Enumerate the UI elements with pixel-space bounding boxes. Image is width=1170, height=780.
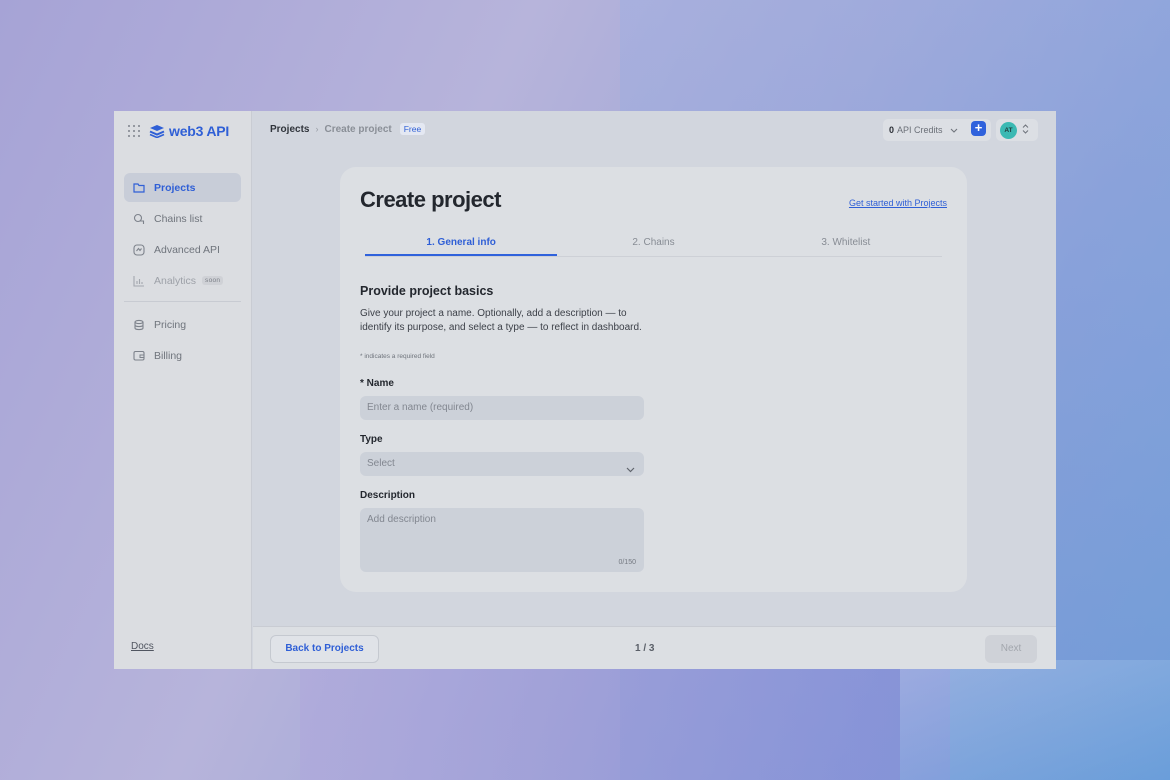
sidebar-item-advanced-api[interactable]: Advanced API <box>124 235 241 264</box>
sidebar-item-label: Billing <box>154 349 183 362</box>
stepper: 1. General info 2. Chains 3. Whitelist <box>365 233 942 257</box>
analytics-icon <box>133 275 145 287</box>
type-label: Type <box>360 434 383 445</box>
footer-bar: Back to Projects 1 / 3 Next <box>253 626 1056 669</box>
account-menu[interactable]: AT <box>996 119 1038 141</box>
name-label: * Name <box>360 378 394 389</box>
api-icon <box>133 243 145 256</box>
sidebar-item-pricing[interactable]: Pricing <box>124 310 241 339</box>
chevron-right-icon: › <box>315 124 319 134</box>
step-general-info[interactable]: 1. General info <box>365 233 558 256</box>
type-select[interactable]: Select <box>360 452 644 476</box>
next-button[interactable]: Next <box>985 635 1037 663</box>
logo-row: web3 API <box>128 123 229 139</box>
character-counter: 0/150 <box>618 559 636 566</box>
background-panel <box>900 660 1170 780</box>
app-grid-icon[interactable] <box>128 125 140 137</box>
soon-badge: soon <box>202 276 224 285</box>
credits-value: 0 <box>889 125 895 135</box>
chevron-up-down-icon <box>1022 123 1029 136</box>
sidebar-item-label: Projects <box>154 181 196 194</box>
description-label: Description <box>360 490 416 501</box>
sidebar-item-label: Analytics <box>154 274 197 287</box>
sidebar-nav: Projects Chains list Advanced API Analyt… <box>124 173 241 372</box>
wallet-icon <box>133 350 145 362</box>
breadcrumb-projects[interactable]: Projects <box>270 124 309 135</box>
section-title: Provide project basics <box>360 284 494 298</box>
back-to-projects-button[interactable]: Back to Projects <box>270 635 379 663</box>
nav-divider <box>124 301 241 302</box>
step-whitelist[interactable]: 3. Whitelist <box>750 233 942 256</box>
avatar: AT <box>1000 122 1017 139</box>
add-credits-button[interactable]: + <box>971 121 986 136</box>
type-select-value: Select <box>367 458 395 469</box>
get-started-link[interactable]: Get started with Projects <box>849 198 947 208</box>
sidebar-item-chains-list[interactable]: Chains list <box>124 204 241 233</box>
description-placeholder: Add description <box>367 514 436 525</box>
chevron-down-icon <box>950 125 958 135</box>
app-window: web3 API Projects Chains list Advanced A… <box>114 111 1056 669</box>
breadcrumb: Projects › Create project Free <box>270 123 426 135</box>
logo-text: web3 API <box>169 123 230 139</box>
topbar: Projects › Create project Free 0 API Cre… <box>253 111 1056 149</box>
sidebar-item-billing[interactable]: Billing <box>124 341 241 370</box>
sidebar-item-projects[interactable]: Projects <box>124 173 241 202</box>
required-note: * indicates a required field <box>360 353 435 360</box>
chains-icon <box>133 213 145 225</box>
credits-label: API Credits <box>897 125 943 135</box>
step-chains[interactable]: 2. Chains <box>557 233 749 256</box>
sidebar-item-label: Pricing <box>154 318 187 331</box>
docs-link[interactable]: Docs <box>131 641 154 652</box>
section-description: Give your project a name. Optionally, ad… <box>360 308 642 333</box>
sidebar-item-analytics[interactable]: Analytics soon <box>124 266 241 295</box>
create-project-card: Create project Get started with Projects… <box>340 167 967 592</box>
folder-icon <box>133 182 145 194</box>
name-input[interactable]: Enter a name (required) <box>360 396 644 420</box>
page-title: Create project <box>360 187 501 212</box>
breadcrumb-current: Create project <box>324 123 392 135</box>
description-textarea[interactable]: Add description 0/150 <box>360 508 644 572</box>
step-pager: 1 / 3 <box>635 643 655 654</box>
chevron-down-icon <box>626 459 635 483</box>
sidebar: web3 API Projects Chains list Advanced A… <box>114 111 252 669</box>
sidebar-item-label: Advanced API <box>154 243 220 256</box>
coins-icon <box>133 319 145 331</box>
sidebar-item-label: Chains list <box>154 212 203 225</box>
plan-badge: Free <box>399 123 426 135</box>
logo-icon <box>149 125 165 138</box>
